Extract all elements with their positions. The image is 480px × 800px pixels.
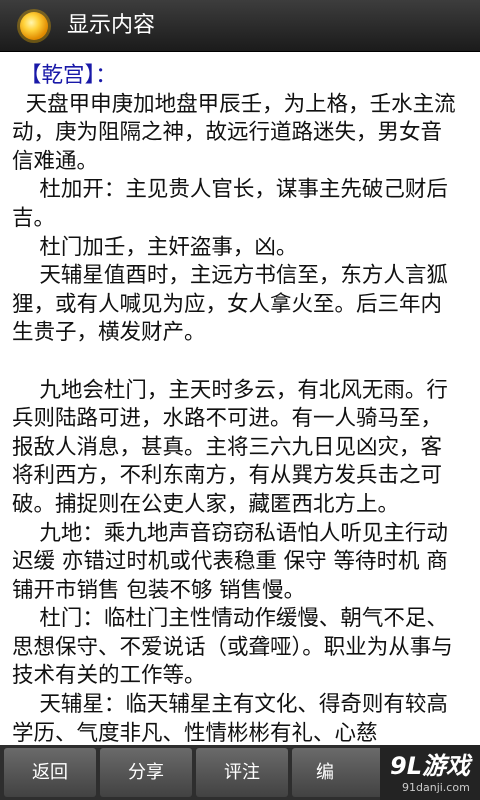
paragraph: 天盘甲申庚加地盘甲辰壬，为上格，壬水主流动，庚为阻隔之神，故远行道路迷失，男女音… — [12, 91, 456, 174]
content-area[interactable]: 【乾宫】： 天盘甲申庚加地盘甲辰壬，为上格，壬水主流动，庚为阻隔之神，故远行道路… — [0, 52, 480, 745]
title-bar: 显示内容 — [0, 0, 480, 52]
watermark-url: 91danji.com — [402, 781, 470, 794]
section-title: 【乾宫】： — [20, 63, 117, 88]
note-button[interactable]: 评注 — [196, 748, 288, 797]
paragraph: 九地会杜门，主天时多云，有北风无雨。行兵则陆路可进，水路不可进。有一人骑马至，报… — [12, 377, 448, 517]
share-button[interactable]: 分享 — [100, 748, 192, 797]
back-button[interactable]: 返回 — [4, 748, 96, 797]
sun-icon — [17, 9, 51, 43]
paragraph: 九地：乘九地声音窃窃私语怕人听见主行动迟缓 亦错过时机或代表稳重 保守 等待时机… — [12, 520, 448, 603]
paragraph: 杜门加壬，主奸盗事，凶。 — [12, 234, 298, 260]
watermark: 9L游戏 91danji.com — [380, 745, 480, 800]
window-title: 显示内容 — [67, 13, 156, 38]
paragraph: 天辅星值酉时，主远方书信至，东方人言狐狸，或有人喊见为应，女人拿火至。后三年内生… — [12, 263, 448, 346]
watermark-logo: 9L游戏 — [390, 752, 470, 780]
paragraph: 天辅星：临天辅星主有文化、得奇则有较高学历、气度非凡、性情彬彬有礼、心慈 — [12, 692, 448, 745]
paragraph: 杜门：临杜门主性情动作缓慢、朝气不足、思想保守、不爱说话（或聋哑）。职业为从事与… — [12, 606, 453, 689]
paragraph: 杜加开：主见贵人官长，谋事主先破己财后吉。 — [12, 177, 448, 231]
edit-button[interactable]: 编 — [292, 748, 384, 797]
